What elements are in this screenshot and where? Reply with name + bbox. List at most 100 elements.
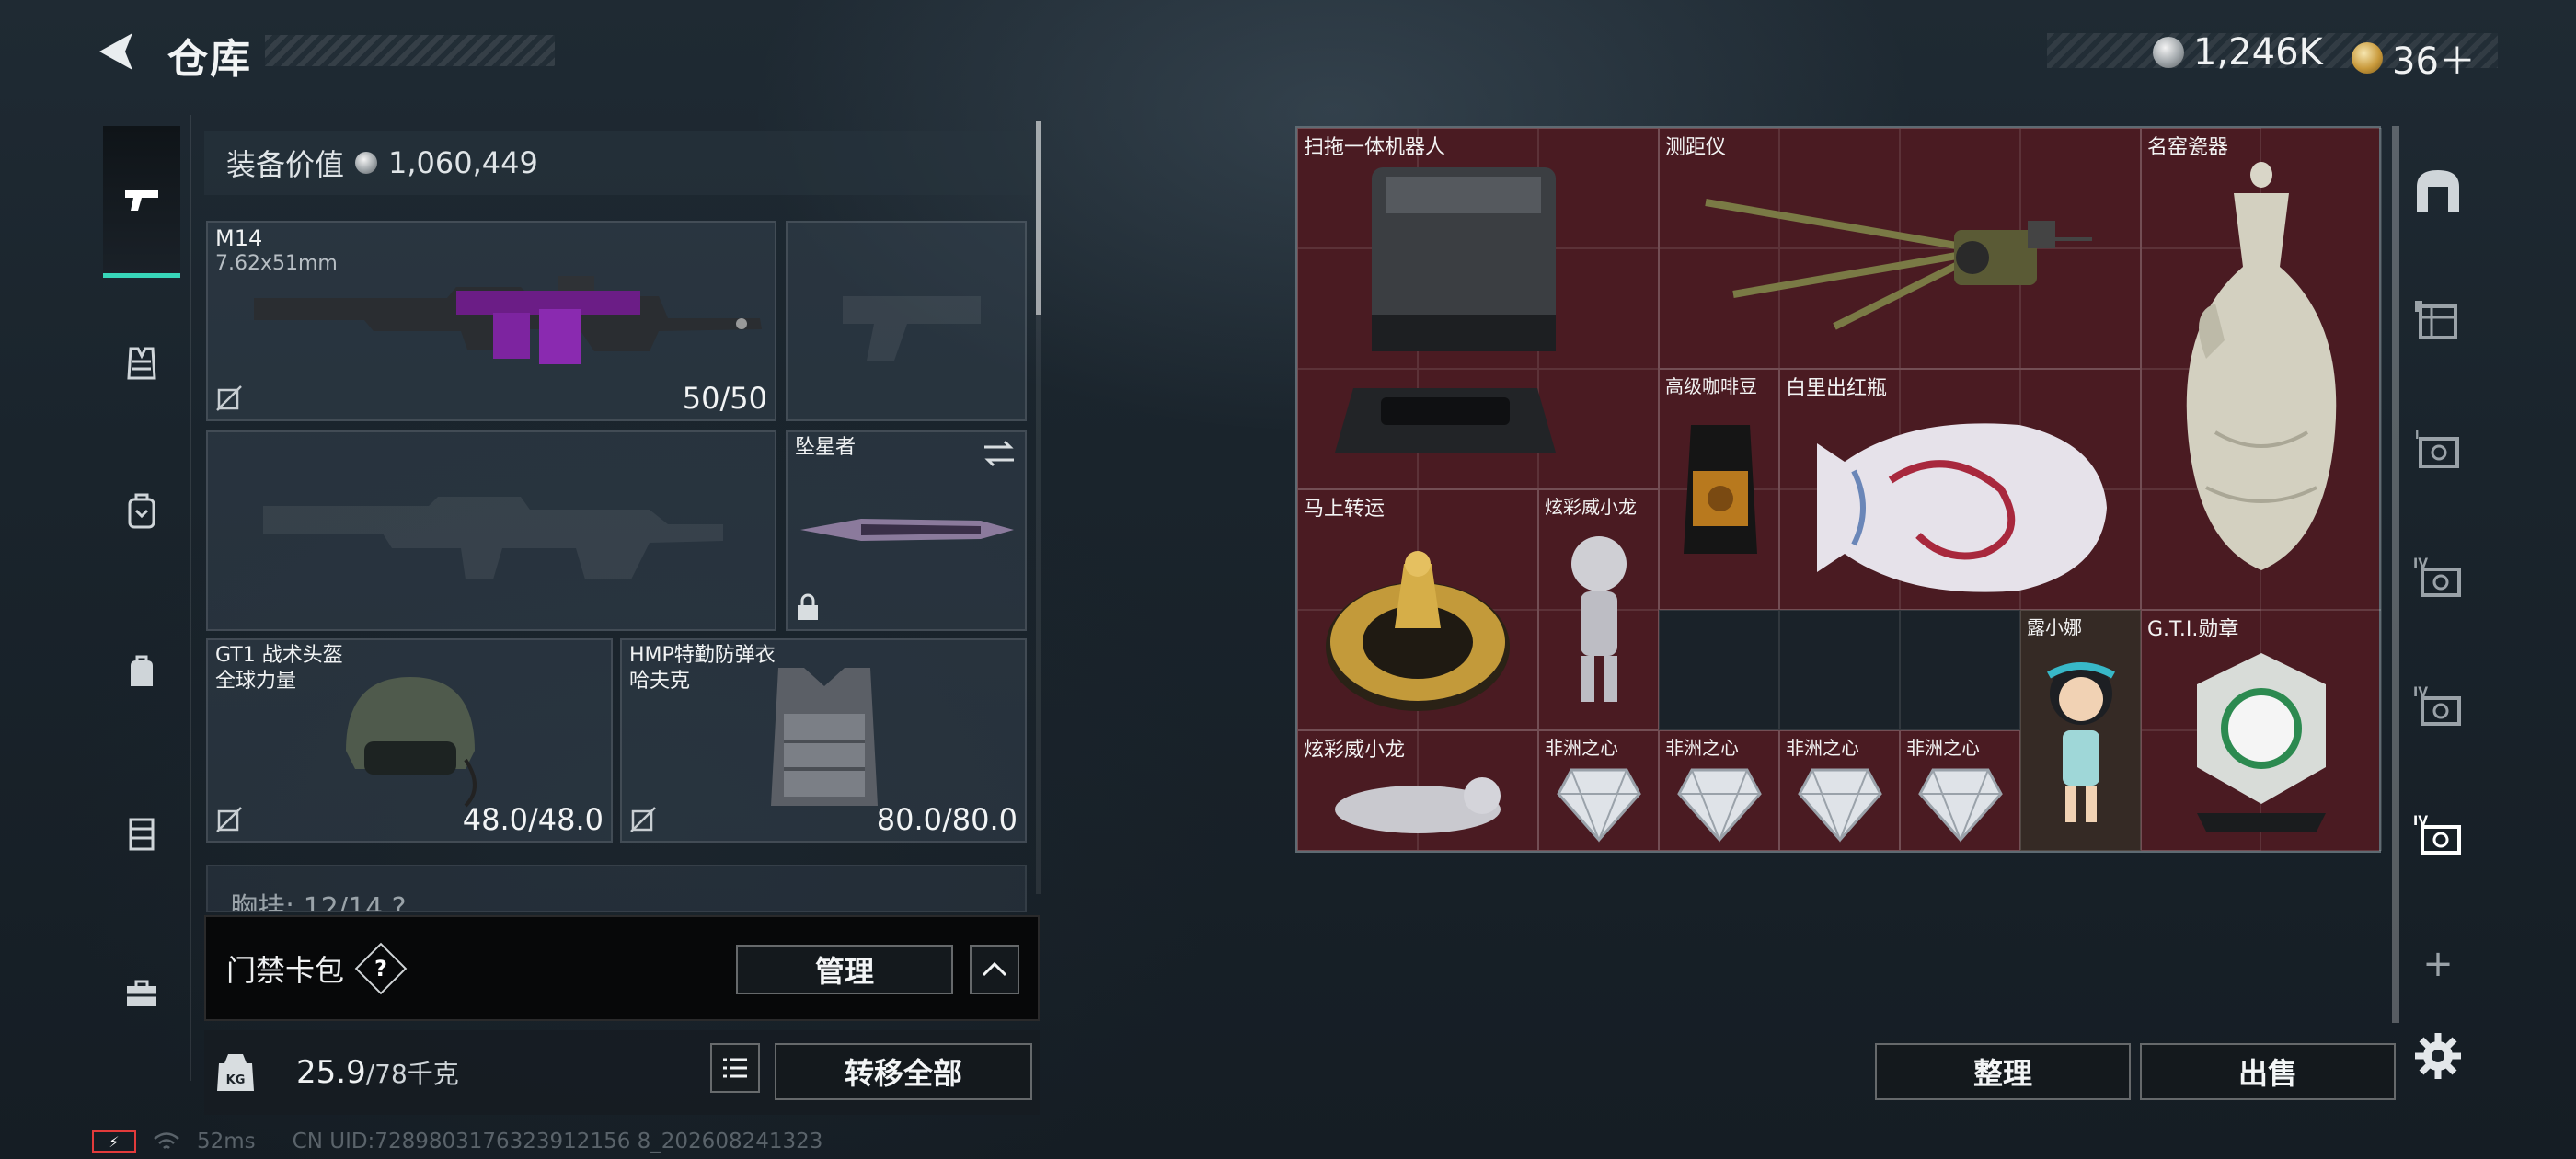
equipment-value-label: 装备价值 <box>226 147 345 182</box>
rail-tab-bag[interactable] <box>105 635 178 708</box>
stash-item-heart-of-africa[interactable]: 非洲之心 <box>1659 730 1779 851</box>
stash-item-rangefinder[interactable]: 测距仪 <box>1659 128 2141 369</box>
stash-tab-3[interactable]: IV <box>2405 545 2471 611</box>
garage-icon <box>2417 170 2459 212</box>
diamond-icon <box>1557 768 1641 843</box>
doll-figure-icon <box>2047 662 2115 822</box>
m14-rifle-icon <box>254 276 762 364</box>
rail-tab-weapons[interactable] <box>103 126 180 278</box>
stash-tab-overview[interactable] <box>2405 158 2471 224</box>
carry-weight: 25.9/78千克 <box>296 1054 459 1091</box>
porcelain-vase-icon <box>2186 162 2337 570</box>
svg-text:IV: IV <box>2413 685 2428 700</box>
equipment-value-amount: 1,060,449 <box>388 145 538 180</box>
swap-icon[interactable] <box>981 438 1018 469</box>
transfer-all-button[interactable]: 转移全部 <box>775 1043 1032 1100</box>
item-name: 炫彩威小龙 <box>1545 496 1637 518</box>
container-level-4-icon: IV <box>2413 814 2461 855</box>
sell-button[interactable]: 出售 <box>2140 1043 2396 1100</box>
armor-vest-icon <box>771 668 878 806</box>
page-title: 仓库 <box>167 36 252 83</box>
armor-durability: 80.0/80.0 <box>876 802 1018 837</box>
help-icon[interactable]: ? <box>354 942 408 994</box>
chevron-up-icon <box>982 961 1007 977</box>
backpack-icon <box>128 493 155 529</box>
stash-tab-5-active[interactable]: IV <box>2405 802 2471 868</box>
stash-tab-2[interactable]: I <box>2405 416 2471 482</box>
container-level-4-icon: IV <box>2413 557 2461 597</box>
container-level-4-icon: IV <box>2413 685 2461 726</box>
pistol-slot[interactable] <box>786 221 1027 421</box>
rail-tab-case[interactable] <box>105 796 178 869</box>
svg-text:KG: KG <box>226 1073 246 1087</box>
bag-icon <box>131 655 153 686</box>
coffee-bag-icon <box>1684 425 1757 554</box>
stash-grid[interactable]: 扫拖一体机器人 测距仪 名窑瓷器 高级咖啡豆 白里出红瓶 马上转运 炫彩威小龙 … <box>1295 126 2382 853</box>
category-rail <box>92 115 191 1081</box>
no-durability-icon <box>630 807 656 832</box>
stash-grid-cell[interactable] <box>1900 610 2020 730</box>
weight-kg-icon: KG <box>217 1054 254 1091</box>
secondary-weapon-slot[interactable] <box>206 430 776 631</box>
svg-text:IV: IV <box>2413 557 2428 571</box>
stash-grid-cell[interactable] <box>1779 610 1900 730</box>
stash-item-heart-of-africa[interactable]: 非洲之心 <box>1900 730 2020 851</box>
rail-tab-medkit[interactable] <box>105 957 178 1030</box>
list-view-button[interactable] <box>710 1043 760 1093</box>
item-name: 非洲之心 <box>1545 737 1618 759</box>
back-arrow-icon[interactable] <box>92 28 140 75</box>
container-level-2-icon: I <box>2415 429 2459 468</box>
armor-slot[interactable]: HMP特勤防弹衣 哈夫克 80.0/80.0 <box>620 638 1027 843</box>
item-name: 扫拖一体机器人 <box>1304 136 1446 159</box>
status-bar: ⚡ 52ms CN UID:7289803176323912156 8_2026… <box>92 1130 822 1153</box>
stash-item-lu-xiaona[interactable]: 露小娜 <box>2020 610 2141 851</box>
melee-slot[interactable]: 坠星者 <box>786 430 1027 631</box>
stash-item-robot-vacuum[interactable]: 扫拖一体机器人 <box>1297 128 1659 489</box>
loadout-scroll-thumb[interactable] <box>1036 121 1041 315</box>
manage-button[interactable]: 管理 <box>736 945 953 994</box>
stash-item-porcelain-vase[interactable]: 名窑瓷器 <box>2141 128 2382 610</box>
gold-currency[interactable]: 36＋ <box>2352 31 2476 85</box>
case-icon <box>129 818 155 851</box>
sort-button[interactable]: 整理 <box>1875 1043 2131 1100</box>
no-durability-icon <box>216 807 242 832</box>
rangefinder-tripod-icon <box>1705 199 2092 330</box>
collapse-button[interactable] <box>970 945 1019 994</box>
dragon-lying-icon <box>1335 777 1501 833</box>
gold-coin-icon <box>2352 42 2383 74</box>
helmet-brand: 全球力量 <box>215 670 297 693</box>
stash-item-heart-of-africa[interactable]: 非洲之心 <box>1538 730 1659 851</box>
stash-tab-4[interactable]: IV <box>2405 673 2471 740</box>
stash-item-red-vase[interactable]: 白里出红瓶 <box>1779 369 2141 610</box>
dragon-figure-icon <box>1571 536 1627 702</box>
rifle-silhouette-icon <box>263 497 723 580</box>
add-stash-tab-button[interactable]: + <box>2405 931 2471 997</box>
pistol-icon <box>125 190 158 211</box>
item-name: G.T.I.勋章 <box>2147 618 2239 641</box>
stash-item-dragon-figure[interactable]: 炫彩威小龙 <box>1538 489 1659 730</box>
stash-item-dragon-small[interactable]: 炫彩威小龙 <box>1297 730 1538 851</box>
stash-tab-1[interactable] <box>2405 287 2471 353</box>
red-dragon-vase-icon <box>1817 423 2107 592</box>
stash-scroll-thumb[interactable] <box>2392 126 2399 1023</box>
robot-vacuum-icon <box>1335 167 1556 453</box>
diamond-icon <box>1798 768 1882 843</box>
stash-grid-cell[interactable] <box>1659 610 1779 730</box>
primary-weapon-slot[interactable]: M14 7.62x51mm 50/50 <box>206 221 776 421</box>
carry-weight-value: 25.9 <box>296 1054 366 1091</box>
svg-text:IV: IV <box>2413 814 2428 829</box>
melee-name: 坠星者 <box>795 436 857 459</box>
chest-rig-row[interactable]: 胸挂: 12/14 ? <box>206 865 1027 912</box>
carry-weight-max: /78千克 <box>365 1059 459 1089</box>
rail-tab-backpack[interactable] <box>105 474 178 547</box>
helmet-slot[interactable]: GT1 战术头盔 全球力量 48.0/48.0 <box>206 638 613 843</box>
stash-item-coffee-beans[interactable]: 高级咖啡豆 <box>1659 369 1779 610</box>
svg-text:I: I <box>2415 429 2419 442</box>
settings-button[interactable] <box>2405 1023 2471 1089</box>
stash-item-lucky-wheel[interactable]: 马上转运 <box>1297 489 1538 730</box>
item-name: 非洲之心 <box>1906 737 1980 759</box>
stash-item-heart-of-africa[interactable]: 非洲之心 <box>1779 730 1900 851</box>
rail-tab-vest[interactable] <box>105 327 178 400</box>
silver-currency[interactable]: 1,246K <box>2153 31 2323 74</box>
stash-item-gti-medal[interactable]: G.T.I.勋章 <box>2141 610 2382 851</box>
